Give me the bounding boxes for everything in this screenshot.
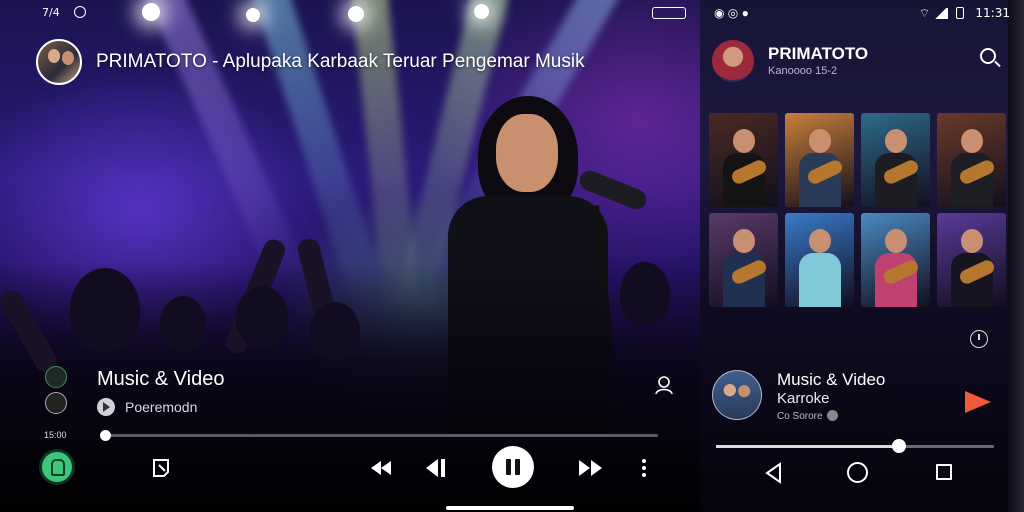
mini-player-title: Music & Video: [777, 370, 886, 389]
status-icons-left: ◉ ◎ ●: [714, 6, 749, 20]
player-screen: 7/4 PRIMATOTO - Aplupaka Karbaak Teruar …: [0, 0, 700, 512]
pause-icon: [506, 459, 511, 475]
pause-button[interactable]: [492, 446, 534, 488]
elapsed-time: 15:00: [44, 430, 67, 440]
crowd-head: [236, 286, 288, 348]
status-time: 7/4: [42, 6, 60, 19]
thumbnail-person: [885, 229, 907, 253]
thumbnail-person: [809, 229, 831, 253]
recents-icon[interactable]: [936, 464, 952, 480]
now-playing-info: Music & Video Poeremodn: [40, 364, 700, 424]
status-bar: 7/4: [0, 6, 700, 22]
video-thumbnail-stage-singer[interactable]: [861, 113, 930, 207]
battery-icon: [956, 7, 964, 19]
page-title: PRIMATOTO - Aplupaka Karbaak Teruar Peng…: [96, 51, 585, 72]
thumbnail-person: [961, 129, 983, 153]
play-icon[interactable]: [965, 391, 991, 413]
seek-bar-fill: [716, 445, 900, 448]
crowd-head: [160, 296, 206, 352]
library-header: PRIMATOTO Kanoooo 15-2: [712, 40, 1004, 86]
thumbnail-person: [885, 129, 907, 153]
status-time: 11:31: [975, 6, 1010, 20]
video-thumbnail-purple-guitarist[interactable]: [937, 213, 1006, 307]
info-icon[interactable]: [45, 392, 67, 414]
track-subtitle: Poeremodn: [125, 399, 198, 415]
library-screen: ◉ ◎ ● ⌔ 11:31 PRIMATOTO Kanoooo 15-2: [700, 0, 1024, 512]
history-icon[interactable]: [970, 330, 988, 348]
notification-icon: [74, 6, 86, 18]
channel-avatar[interactable]: [712, 40, 754, 82]
app-header: PRIMATOTO - Aplupaka Karbaak Teruar Peng…: [36, 38, 585, 86]
track-title: Music & Video: [97, 368, 225, 390]
channel-title: PRIMATOTO: [768, 44, 869, 63]
thumbnail-person: [733, 129, 755, 153]
thumbnail-person: [733, 229, 755, 253]
rewind-icon[interactable]: [370, 456, 392, 480]
mini-player-subtitle: Karroke: [777, 390, 830, 407]
video-thumbnail-duo-guitars[interactable]: [785, 113, 854, 207]
home-icon[interactable]: [847, 462, 868, 483]
play-small-icon[interactable]: [97, 398, 115, 416]
crowd-head: [620, 262, 670, 326]
video-thumbnail-band-stage[interactable]: [709, 213, 778, 307]
playback-controls: [0, 446, 700, 492]
mini-player[interactable]: Music & Video Karroke Co Sorore: [712, 368, 1002, 428]
more-icon[interactable]: [639, 456, 649, 480]
track-subtitle-row: Poeremodn: [97, 398, 197, 416]
seek-bar-knob[interactable]: [100, 430, 112, 441]
crowd-head: [310, 302, 360, 360]
video-thumbnail-karaoke-card[interactable]: [785, 213, 854, 307]
back-icon[interactable]: [764, 462, 784, 484]
channel-subtitle: Kanoooo 15-2: [768, 65, 838, 77]
video-grid: [709, 113, 1006, 307]
seek-bar[interactable]: [716, 439, 994, 453]
mini-player-thumbnail: [712, 370, 762, 420]
profile-icon[interactable]: [654, 374, 676, 396]
thumbnail-person-body: [799, 253, 841, 307]
system-nav-bar: [700, 456, 1010, 492]
meta-icon: [826, 410, 838, 421]
previous-icon[interactable]: [424, 456, 448, 480]
fast-forward-icon[interactable]: [578, 456, 604, 480]
wifi-icon: ⌔: [918, 6, 930, 20]
mini-player-meta: Co Sorore: [777, 411, 823, 422]
video-thumbnail-beach-guitarist[interactable]: [861, 213, 930, 307]
phone-edge: [1008, 0, 1024, 512]
thumbnail-person: [809, 129, 831, 153]
search-icon[interactable]: [980, 48, 996, 64]
channel-avatar[interactable]: [36, 39, 82, 85]
like-icon[interactable]: [45, 366, 67, 388]
mini-player-meta-row: Co Sorore: [777, 410, 838, 422]
video-thumbnail-guitarist-sunset[interactable]: [937, 113, 1006, 207]
seek-bar[interactable]: [100, 430, 658, 441]
playlist-icon[interactable]: [150, 456, 174, 480]
status-bar: ◉ ◎ ● ⌔ 11:31: [714, 6, 1010, 22]
crowd-head: [70, 268, 140, 352]
signal-icon: [934, 8, 948, 19]
thumbnail-person: [961, 229, 983, 253]
battery-icon: [652, 7, 686, 19]
home-indicator[interactable]: [446, 506, 574, 510]
app-icon[interactable]: [42, 452, 72, 482]
video-thumbnail-singer-tuxedo[interactable]: [709, 113, 778, 207]
